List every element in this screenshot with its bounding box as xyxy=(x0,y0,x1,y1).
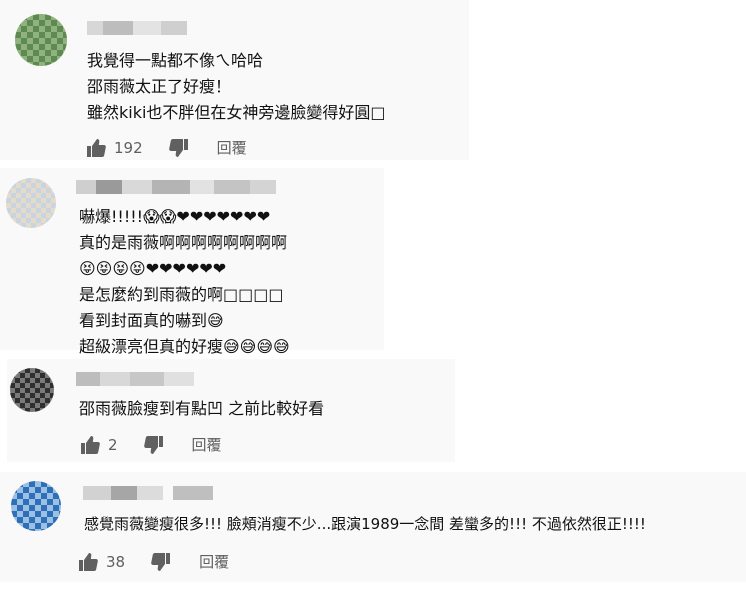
comment-text: 邵雨薇臉瘦到有點凹 之前比較好看 xyxy=(79,396,324,422)
author-name[interactable] xyxy=(76,372,194,386)
thumb-down-icon[interactable] xyxy=(151,552,171,571)
comment-line: 真的是雨薇啊啊啊啊啊啊啊啊 xyxy=(79,233,288,252)
author-name[interactable] xyxy=(83,486,213,500)
comment-text: 感覺雨薇變瘦很多!!! 臉頰消瘦不少...跟演1989一念間 差蠻多的!!! 不… xyxy=(84,511,646,537)
reply-button[interactable]: 回覆 xyxy=(199,551,229,572)
reply-button[interactable]: 回覆 xyxy=(192,434,222,455)
thumb-up-icon[interactable] xyxy=(78,552,98,571)
author-name[interactable] xyxy=(76,180,276,194)
comment-line: 超級漂亮但真的好瘦😅😅😅😅 xyxy=(79,337,290,356)
avatar[interactable] xyxy=(10,368,54,412)
like-count: 2 xyxy=(108,435,118,454)
comment-text: 嚇爆!!!!!😱😱❤❤❤❤❤❤❤ 真的是雨薇啊啊啊啊啊啊啊啊 😝😝😝😝❤❤❤❤❤… xyxy=(79,204,290,360)
thumb-down-icon[interactable] xyxy=(168,138,189,157)
author-name[interactable] xyxy=(87,21,187,35)
like-count: 38 xyxy=(106,552,126,571)
comment-line: 😝😝😝😝❤❤❤❤❤❤ xyxy=(79,259,227,278)
avatar[interactable] xyxy=(11,481,61,531)
comment-line: 是怎麼約到雨薇的啊□□□□ xyxy=(79,285,284,304)
comment-line: 邵雨薇太正了好瘦！ xyxy=(87,77,232,96)
thumb-up-icon[interactable] xyxy=(86,138,106,157)
thumb-up-icon[interactable] xyxy=(80,435,100,454)
comment-text: 我覺得一點都不像ㄟ哈哈 邵雨薇太正了好瘦！ 雖然kiki也不胖但在女神旁邊臉變得… xyxy=(87,48,386,126)
like-count: 192 xyxy=(114,138,143,157)
reply-button[interactable]: 回覆 xyxy=(217,137,247,158)
comment-line: 感覺雨薇變瘦很多!!! 臉頰消瘦不少...跟演1989一念間 差蠻多的!!! 不… xyxy=(84,515,646,533)
avatar[interactable] xyxy=(15,14,67,66)
comment-line: 雖然kiki也不胖但在女神旁邊臉變得好圓□ xyxy=(87,103,386,122)
comment-line: 我覺得一點都不像ㄟ哈哈 xyxy=(87,51,264,70)
comment-actions: 192 回覆 xyxy=(86,137,247,158)
comment-line: 嚇爆!!!!!😱😱❤❤❤❤❤❤❤ xyxy=(79,207,271,226)
thumb-down-icon[interactable] xyxy=(143,435,164,454)
avatar[interactable] xyxy=(6,178,56,228)
comment-actions: 38 回覆 xyxy=(78,551,229,572)
comment-actions: 2 回覆 xyxy=(80,434,222,455)
comment-line: 看到封面真的嚇到😅 xyxy=(79,311,224,330)
comment-line: 邵雨薇臉瘦到有點凹 之前比較好看 xyxy=(79,399,325,418)
